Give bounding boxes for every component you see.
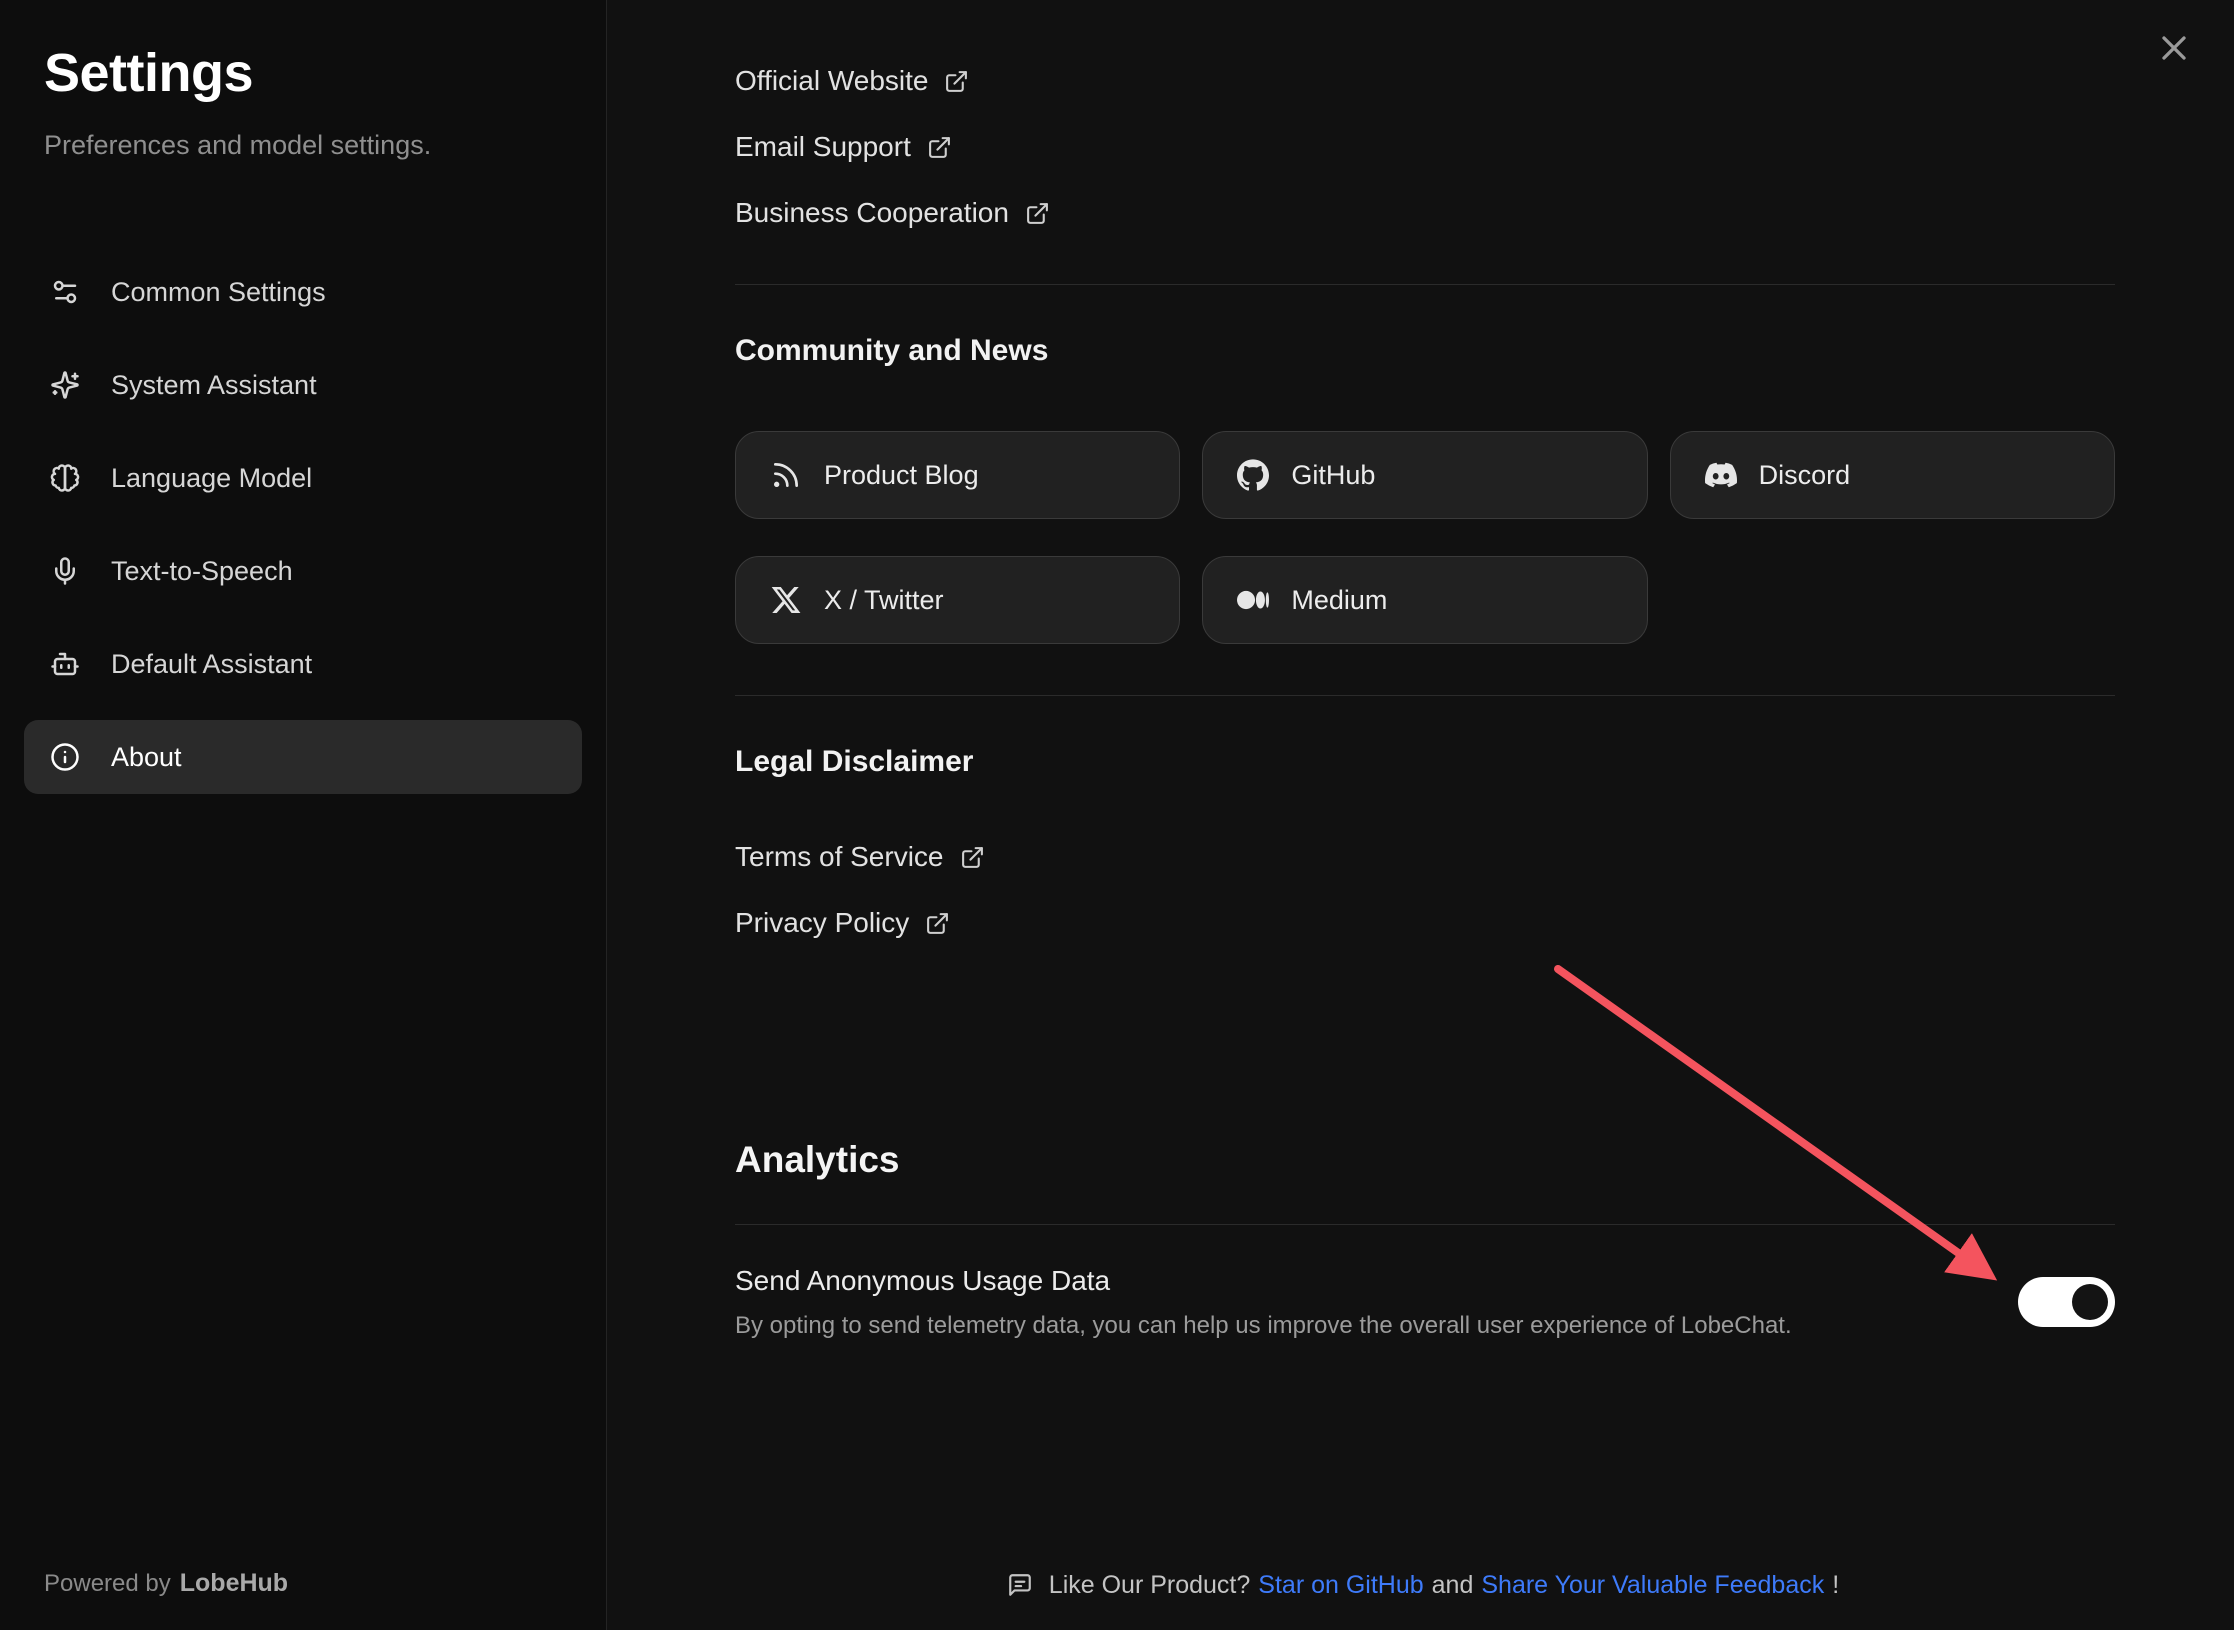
link-label: Email Support	[735, 131, 911, 163]
sidebar-item-about[interactable]: About	[24, 720, 582, 794]
analytics-setting-row: Send Anonymous Usage Data By opting to s…	[735, 1261, 2115, 1343]
settings-window: Settings Preferences and model settings.…	[0, 0, 2234, 1630]
lobehub-brand[interactable]: LobeHub	[180, 1569, 288, 1597]
settings-main: Contact Us Official Website Email Suppor…	[607, 0, 2234, 1630]
official-website-link[interactable]: Official Website	[735, 60, 969, 102]
product-blog-button[interactable]: Product Blog	[735, 431, 1180, 519]
link-label: Privacy Policy	[735, 907, 909, 939]
sidebar-item-label: Common Settings	[111, 277, 326, 308]
share-feedback-link[interactable]: Share Your Valuable Feedback	[1481, 1571, 1824, 1599]
bot-icon	[50, 649, 80, 679]
external-link-icon	[944, 69, 969, 94]
x-twitter-button[interactable]: X / Twitter	[735, 556, 1180, 644]
sidebar-item-text-to-speech[interactable]: Text-to-Speech	[24, 534, 582, 608]
button-label: GitHub	[1291, 460, 1375, 491]
close-button[interactable]	[2154, 28, 2194, 68]
about-page-content: Contact Us Official Website Email Suppor…	[607, 0, 2234, 1343]
info-icon	[50, 742, 80, 772]
sparkles-icon	[50, 370, 80, 400]
legal-heading: Legal Disclaimer	[735, 740, 2115, 784]
sidebar-item-label: About	[111, 742, 182, 773]
button-label: Medium	[1291, 585, 1387, 616]
discord-icon	[1705, 459, 1737, 491]
community-heading: Community and News	[735, 329, 2115, 373]
sidebar-item-system-assistant[interactable]: System Assistant	[24, 348, 582, 422]
message-square-icon	[1007, 1572, 1033, 1598]
link-label: Terms of Service	[735, 841, 944, 873]
x-twitter-icon	[770, 584, 802, 616]
toggle-knob	[2072, 1284, 2108, 1320]
footer-prefix: Like Our Product?	[1049, 1571, 1251, 1599]
star-on-github-link[interactable]: Star on GitHub	[1258, 1571, 1423, 1599]
section-divider	[735, 284, 2115, 285]
github-button[interactable]: GitHub	[1202, 431, 1647, 519]
business-cooperation-link[interactable]: Business Cooperation	[735, 192, 1050, 234]
send-usage-data-toggle[interactable]	[2018, 1277, 2115, 1327]
sidebar-item-language-model[interactable]: Language Model	[24, 441, 582, 515]
external-link-icon	[927, 135, 952, 160]
email-support-link[interactable]: Email Support	[735, 126, 952, 168]
contact-us-heading: Contact Us	[735, 0, 2115, 6]
analytics-heading: Analytics	[735, 1134, 2115, 1186]
sidebar-item-common-settings[interactable]: Common Settings	[24, 255, 582, 329]
link-label: Business Cooperation	[735, 197, 1009, 229]
footer-suffix: !	[1832, 1571, 1839, 1599]
medium-icon	[1237, 584, 1269, 616]
button-label: Product Blog	[824, 460, 979, 491]
external-link-icon	[1025, 201, 1050, 226]
sidebar-item-label: Text-to-Speech	[111, 556, 293, 587]
sidebar-item-default-assistant[interactable]: Default Assistant	[24, 627, 582, 701]
sidebar-item-label: System Assistant	[111, 370, 317, 401]
legal-links: Terms of Service Privacy Policy	[735, 836, 2115, 944]
page-title: Settings	[44, 42, 562, 104]
github-icon	[1237, 459, 1269, 491]
privacy-policy-link[interactable]: Privacy Policy	[735, 902, 950, 944]
link-label: Official Website	[735, 65, 928, 97]
sidebar-item-label: Language Model	[111, 463, 312, 494]
powered-by-label: Powered by	[44, 1570, 171, 1597]
rss-icon	[770, 459, 802, 491]
send-usage-data-label: Send Anonymous Usage Data	[735, 1261, 1792, 1301]
send-usage-data-description: By opting to send telemetry data, you ca…	[735, 1309, 1792, 1343]
settings-sidebar: Settings Preferences and model settings.…	[0, 0, 607, 1630]
sidebar-item-label: Default Assistant	[111, 649, 312, 680]
external-link-icon	[960, 845, 985, 870]
mic-icon	[50, 556, 80, 586]
external-link-icon	[925, 911, 950, 936]
contact-links: Official Website Email Support Business …	[735, 60, 2115, 234]
page-footer: Like Our Product?Star on GitHub andShare …	[735, 1571, 2115, 1600]
powered-by: Powered by LobeHub	[44, 1569, 288, 1598]
close-icon	[2154, 28, 2194, 68]
section-divider	[735, 695, 2115, 696]
sidebar-header: Settings Preferences and model settings.	[0, 0, 606, 161]
footer-conjunction: and	[1432, 1571, 1474, 1599]
terms-of-service-link[interactable]: Terms of Service	[735, 836, 985, 878]
sliders-icon	[50, 277, 80, 307]
button-label: Discord	[1759, 460, 1851, 491]
discord-button[interactable]: Discord	[1670, 431, 2115, 519]
page-subtitle: Preferences and model settings.	[44, 130, 562, 161]
community-buttons: Product Blog GitHub Discord X / Twitter …	[735, 431, 2115, 644]
button-label: X / Twitter	[824, 585, 944, 616]
brain-icon	[50, 463, 80, 493]
section-divider	[735, 1224, 2115, 1225]
analytics-setting-text: Send Anonymous Usage Data By opting to s…	[735, 1261, 1792, 1343]
sidebar-nav: Common Settings System Assistant Languag…	[24, 255, 582, 794]
medium-button[interactable]: Medium	[1202, 556, 1647, 644]
